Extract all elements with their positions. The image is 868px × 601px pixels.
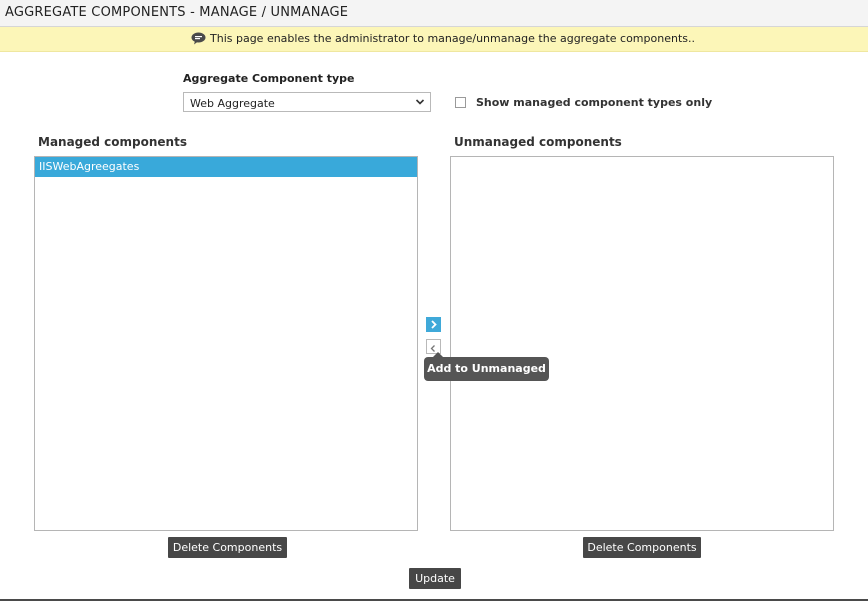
chevron-right-icon <box>431 320 437 329</box>
delete-managed-label: Delete Components <box>172 541 283 554</box>
update-button[interactable]: Update <box>409 568 461 589</box>
unmanaged-components-list[interactable] <box>450 156 834 531</box>
unmanaged-components-title: Unmanaged components <box>454 135 622 149</box>
delete-managed-components-button[interactable]: Delete Components <box>168 537 287 558</box>
component-type-value: Web Aggregate <box>190 97 275 110</box>
tooltip-text: Add to Unmanaged <box>427 362 546 375</box>
info-banner: This page enables the administrator to m… <box>0 27 868 52</box>
delete-unmanaged-components-button[interactable]: Delete Components <box>583 537 701 558</box>
managed-components-list[interactable]: IISWebAgreegates <box>34 156 418 531</box>
update-label: Update <box>415 572 455 585</box>
add-to-unmanaged-tooltip: Add to Unmanaged <box>424 352 549 381</box>
chevron-down-icon <box>415 99 425 105</box>
list-item-label: IISWebAgreegates <box>39 160 140 173</box>
delete-unmanaged-label: Delete Components <box>587 541 697 554</box>
show-managed-checkbox[interactable] <box>455 97 466 108</box>
move-to-unmanaged-button[interactable] <box>426 317 441 332</box>
speech-bubble-icon <box>191 32 206 45</box>
component-type-label: Aggregate Component type <box>183 72 355 85</box>
info-message: This page enables the administrator to m… <box>210 32 695 45</box>
managed-components-title: Managed components <box>38 135 187 149</box>
list-item[interactable]: IISWebAgreegates <box>35 157 417 177</box>
show-managed-label: Show managed component types only <box>476 96 713 109</box>
component-type-select[interactable]: Web Aggregate <box>183 92 431 112</box>
page-title: AGGREGATE COMPONENTS - MANAGE / UNMANAGE <box>5 5 349 20</box>
title-bar: AGGREGATE COMPONENTS - MANAGE / UNMANAGE <box>0 0 868 27</box>
